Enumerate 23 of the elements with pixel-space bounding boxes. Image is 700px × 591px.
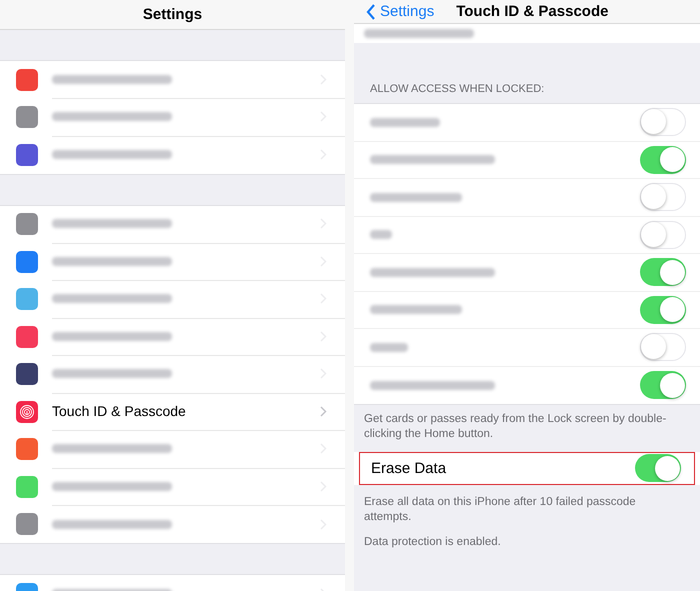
toggle-switch[interactable] (635, 454, 681, 482)
blurred-label (370, 230, 392, 240)
toggle-switch[interactable] (640, 296, 686, 324)
nav-title: Touch ID & Passcode (456, 3, 608, 20)
footer-note: Data protection is enabled. (364, 536, 501, 548)
toggle-switch[interactable] (640, 258, 686, 286)
toggle-switch[interactable] (640, 108, 686, 136)
nav-title: Settings (142, 6, 202, 23)
section-header: ALLOW ACCESS WHEN LOCKED: (370, 83, 544, 95)
toggle-switch[interactable] (640, 371, 686, 400)
blurred-label (370, 342, 408, 352)
footer-note: Erase all data on this iPhone after 10 failed passcode attempts. (364, 496, 636, 523)
toggle-switch[interactable] (640, 220, 686, 249)
blurred-label (370, 118, 440, 127)
toggle-switch[interactable] (640, 183, 686, 212)
back-chevron-icon (366, 4, 376, 20)
toggle-label: Erase Data (371, 460, 446, 477)
toggle-switch[interactable] (640, 146, 686, 174)
toggle-switch[interactable] (640, 333, 686, 362)
back-button[interactable]: Settings (366, 3, 434, 20)
settings-item[interactable]: Touch ID & Passcode (52, 403, 320, 420)
footer-note: Get cards or passes ready from the Lock screen by double-clicking the Home button. (364, 413, 666, 440)
chevron-icon (320, 406, 327, 417)
